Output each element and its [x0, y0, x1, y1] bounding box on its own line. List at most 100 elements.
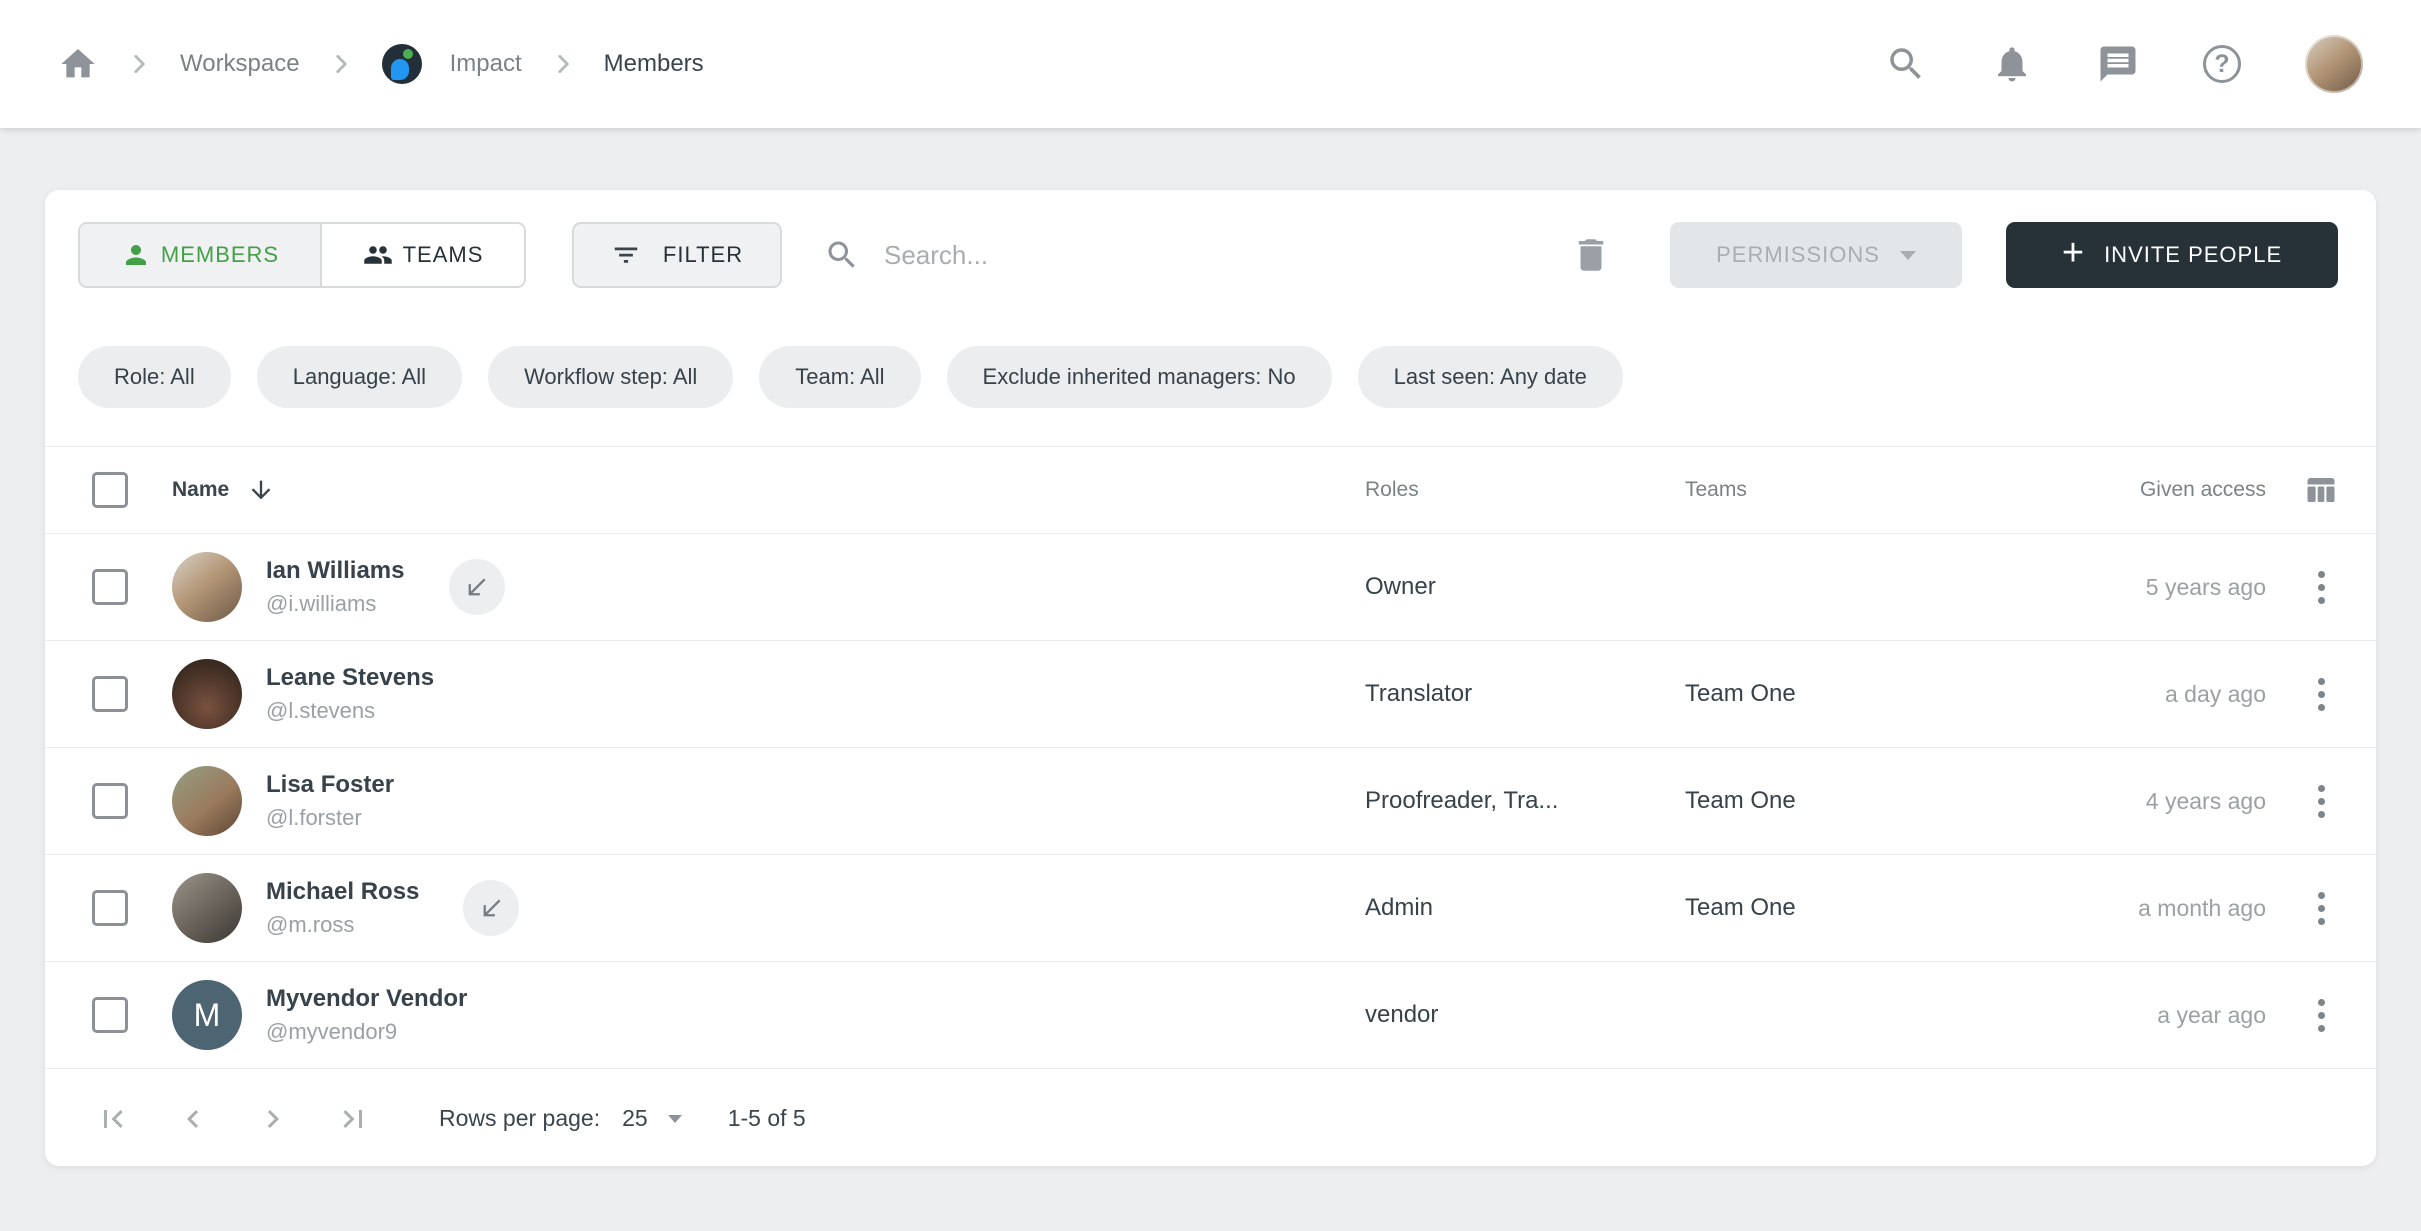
avatar[interactable] — [172, 766, 242, 836]
row-checkbox[interactable] — [92, 997, 128, 1033]
login-as-badge[interactable] — [463, 880, 519, 936]
tab-teams-label: TEAMS — [403, 242, 484, 268]
filter-chip-exclude-inherited-managers[interactable]: Exclude inherited managers: No — [947, 346, 1332, 408]
next-page-button[interactable] — [245, 1101, 301, 1137]
sort-descending-icon[interactable] — [247, 476, 275, 504]
notifications-bell-icon[interactable] — [1991, 43, 2033, 85]
member-name[interactable]: Leane Stevens — [266, 664, 434, 692]
breadcrumb-workspace[interactable]: Workspace — [180, 50, 300, 78]
home-icon[interactable] — [58, 44, 98, 84]
member-teams: Team One — [1685, 787, 2005, 815]
column-header-given-access: Given access — [2140, 478, 2266, 502]
avatar[interactable]: M — [172, 980, 242, 1050]
project-logo-icon[interactable] — [382, 44, 422, 84]
member-username: @l.stevens — [266, 698, 434, 724]
active-filters: Role: All Language: All Workflow step: A… — [45, 316, 2376, 446]
invite-people-button[interactable]: + INVITE PEOPLE — [2006, 222, 2338, 288]
tab-members-label: MEMBERS — [161, 242, 279, 268]
column-header-roles: Roles — [1365, 478, 1685, 502]
member-name[interactable]: Lisa Foster — [266, 771, 394, 799]
user-avatar[interactable] — [2305, 35, 2363, 93]
arrow-down-left-icon — [463, 574, 490, 601]
invite-people-label: INVITE PEOPLE — [2104, 242, 2282, 268]
table-row: Lisa Foster @l.forster Proofreader, Tra.… — [45, 748, 2376, 855]
rows-per-page-select[interactable]: 25 — [622, 1105, 682, 1132]
help-icon[interactable]: ? — [2203, 45, 2241, 83]
row-menu-button[interactable] — [2304, 668, 2339, 721]
filter-chip-role[interactable]: Role: All — [78, 346, 231, 408]
topbar-actions: ? — [1885, 35, 2363, 93]
chevron-right-icon — [328, 51, 354, 77]
member-username: @l.forster — [266, 805, 394, 831]
row-menu-button[interactable] — [2304, 882, 2339, 935]
member-name[interactable]: Michael Ross — [266, 878, 419, 906]
member-given-access: a year ago — [2157, 1002, 2266, 1029]
row-menu-button[interactable] — [2304, 561, 2339, 614]
breadcrumb: Workspace Impact Members — [58, 44, 704, 84]
member-given-access: 4 years ago — [2146, 788, 2266, 815]
chevron-right-icon — [550, 51, 576, 77]
column-header-name[interactable]: Name — [172, 478, 229, 502]
member-username: @m.ross — [266, 912, 419, 938]
search-input[interactable] — [884, 240, 1404, 271]
delete-icon[interactable] — [1570, 234, 1612, 276]
rows-per-page-label: Rows per page: — [439, 1105, 600, 1132]
table-row: M Myvendor Vendor @myvendor9 vendor a ye… — [45, 962, 2376, 1069]
row-checkbox[interactable] — [92, 569, 128, 605]
member-roles: Proofreader, Tra... — [1365, 787, 1685, 815]
page-range-label: 1-5 of 5 — [728, 1105, 806, 1132]
row-menu-button[interactable] — [2304, 989, 2339, 1042]
row-checkbox[interactable] — [92, 890, 128, 926]
filter-chip-workflow-step[interactable]: Workflow step: All — [488, 346, 733, 408]
breadcrumb-current-page: Members — [604, 50, 704, 78]
breadcrumb-project[interactable]: Impact — [450, 50, 522, 78]
filter-icon — [611, 240, 641, 270]
tab-teams[interactable]: TEAMS — [322, 224, 524, 286]
last-page-button[interactable] — [325, 1101, 381, 1137]
member-username: @myvendor9 — [266, 1019, 467, 1045]
permissions-button[interactable]: PERMISSIONS — [1670, 222, 1962, 288]
column-header-teams: Teams — [1685, 478, 2005, 502]
table-row: Michael Ross @m.ross Admin Team One a mo… — [45, 855, 2376, 962]
select-all-checkbox[interactable] — [92, 472, 128, 508]
member-roles: Owner — [1365, 573, 1685, 601]
person-icon — [121, 240, 151, 270]
plus-icon: + — [2062, 234, 2084, 272]
row-menu-button[interactable] — [2304, 775, 2339, 828]
member-given-access: a day ago — [2165, 681, 2266, 708]
login-as-badge[interactable] — [449, 559, 505, 615]
filter-chip-team[interactable]: Team: All — [759, 346, 920, 408]
arrow-down-left-icon — [478, 895, 505, 922]
search-icon[interactable] — [1885, 43, 1927, 85]
member-name[interactable]: Myvendor Vendor — [266, 985, 467, 1013]
member-roles: Translator — [1365, 680, 1685, 708]
table-header: Name Roles Teams Given access — [45, 446, 2376, 534]
member-given-access: a month ago — [2138, 895, 2266, 922]
search-box — [824, 237, 1404, 273]
search-icon — [824, 237, 860, 273]
member-roles: Admin — [1365, 894, 1685, 922]
member-name[interactable]: Ian Williams — [266, 557, 405, 585]
chevron-right-icon — [126, 51, 152, 77]
row-checkbox[interactable] — [92, 783, 128, 819]
filter-chip-language[interactable]: Language: All — [257, 346, 462, 408]
row-checkbox[interactable] — [92, 676, 128, 712]
avatar[interactable] — [172, 552, 242, 622]
previous-page-button[interactable] — [165, 1101, 221, 1137]
top-navigation-bar: Workspace Impact Members ? — [0, 0, 2421, 128]
messages-icon[interactable] — [2097, 43, 2139, 85]
people-icon — [363, 240, 393, 270]
permissions-button-label: PERMISSIONS — [1716, 242, 1880, 268]
member-teams: Team One — [1685, 680, 2005, 708]
member-username: @i.williams — [266, 591, 405, 617]
member-roles: vendor — [1365, 1001, 1685, 1029]
avatar[interactable] — [172, 659, 242, 729]
caret-down-icon — [1900, 251, 1916, 260]
column-settings-icon[interactable] — [2303, 472, 2339, 508]
tab-members[interactable]: MEMBERS — [80, 224, 322, 286]
first-page-button[interactable] — [85, 1101, 141, 1137]
filter-button[interactable]: FILTER — [572, 222, 782, 288]
view-switcher: MEMBERS TEAMS — [78, 222, 526, 288]
avatar[interactable] — [172, 873, 242, 943]
filter-chip-last-seen[interactable]: Last seen: Any date — [1358, 346, 1623, 408]
